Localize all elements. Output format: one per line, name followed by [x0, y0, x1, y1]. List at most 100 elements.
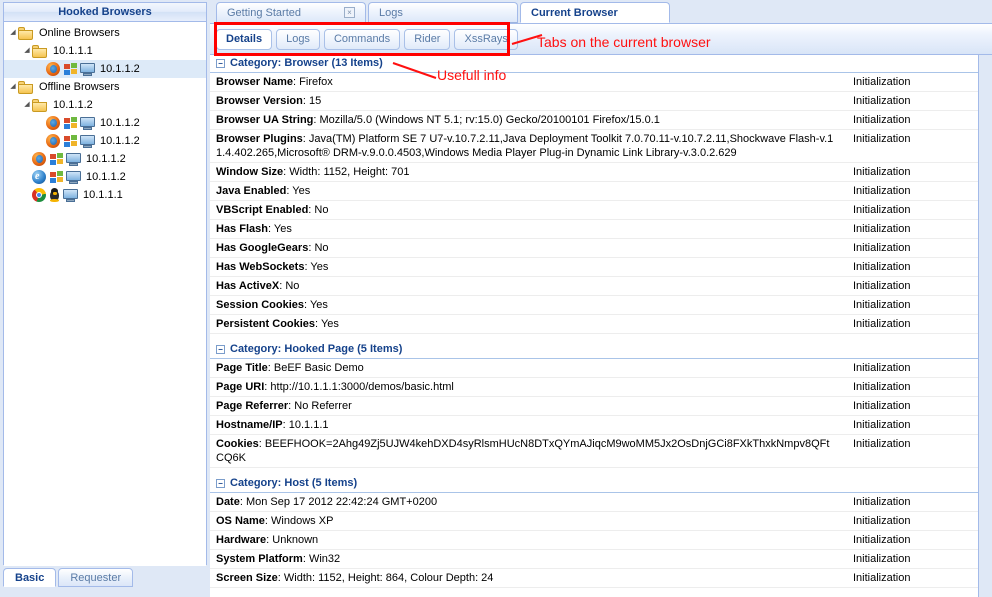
detail-cell-status: Initialization	[839, 163, 978, 181]
detail-cell-name: Java Enabled: Yes	[210, 182, 839, 200]
detail-cell-name: Hardware: Unknown	[210, 531, 839, 549]
main-tab-logs[interactable]: Logs	[368, 2, 518, 23]
detail-cell-name: Date: Mon Sep 17 2012 22:42:24 GMT+0200	[210, 493, 839, 511]
tree-node-label: 10.1.1.2	[86, 171, 126, 183]
tree-node-10-1-1-2-2[interactable]: 10.1.1.2	[4, 60, 206, 78]
detail-key: Page Referrer	[216, 400, 288, 412]
detail-row[interactable]: System Platform: Win32Initialization	[210, 550, 978, 569]
monitor-icon	[63, 189, 78, 202]
collapse-icon[interactable]: −	[216, 345, 225, 354]
detail-cell-status: Initialization	[839, 296, 978, 314]
detail-row[interactable]: Hardware: UnknownInitialization	[210, 531, 978, 550]
detail-value: 10.1.1.1	[289, 419, 329, 431]
detail-row[interactable]: Persistent Cookies: YesInitialization	[210, 315, 978, 334]
detail-row[interactable]: Has GoogleGears: NoInitialization	[210, 239, 978, 258]
tree-node-10-1-1-1-1[interactable]: ◢10.1.1.1	[4, 42, 206, 60]
detail-row[interactable]: Has WebSockets: YesInitialization	[210, 258, 978, 277]
detail-value: Yes	[310, 261, 328, 273]
detail-row[interactable]: Has ActiveX: NoInitialization	[210, 277, 978, 296]
expander-collapse-icon[interactable]: ◢	[8, 78, 18, 96]
browser-tab-logs[interactable]: Logs	[276, 29, 320, 50]
detail-value: Windows XP	[271, 515, 333, 527]
browser-tab-details[interactable]: Details	[216, 29, 272, 50]
expander-collapse-icon[interactable]: ◢	[22, 96, 32, 114]
detail-row[interactable]: Page Title: BeEF Basic DemoInitializatio…	[210, 359, 978, 378]
detail-cell-name: Cookies: BEEFHOOK=2Ahg49Zj5UJW4kehDXD4sy…	[210, 435, 839, 467]
detail-cell-status: Initialization	[839, 493, 978, 511]
sidebar-tab-basic[interactable]: Basic	[3, 568, 56, 587]
detail-row[interactable]: Page URI: http://10.1.1.1:3000/demos/bas…	[210, 378, 978, 397]
sidebar-tab-requester[interactable]: Requester	[58, 568, 133, 587]
group-header-0[interactable]: −Category: Browser (13 Items)	[210, 55, 978, 73]
detail-value: No Referrer	[294, 400, 351, 412]
detail-row[interactable]: Browser UA String: Mozilla/5.0 (Windows …	[210, 111, 978, 130]
detail-row[interactable]: Page Referrer: No ReferrerInitialization	[210, 397, 978, 416]
collapse-icon[interactable]: −	[216, 479, 225, 488]
main-tab-getting-started[interactable]: Getting Started ×	[216, 2, 366, 23]
monitor-icon	[66, 153, 81, 166]
expander-collapse-icon[interactable]: ◢	[8, 24, 18, 42]
windows-icon	[63, 135, 77, 148]
detail-row[interactable]: Date: Mon Sep 17 2012 22:42:24 GMT+0200I…	[210, 493, 978, 512]
browser-details-grid[interactable]: −Category: Browser (13 Items)Browser Nam…	[210, 55, 979, 597]
group-header-2[interactable]: −Category: Host (5 Items)	[210, 475, 978, 493]
detail-value: Yes	[274, 223, 292, 235]
sidebar-bottom-tabbar: BasicRequester	[3, 568, 207, 594]
hooked-browsers-tree[interactable]: ◢Online Browsers◢10.1.1.110.1.1.2◢Offlin…	[4, 22, 206, 566]
windows-icon	[49, 153, 63, 166]
detail-row[interactable]: Browser Name: FirefoxInitialization	[210, 73, 978, 92]
tree-node-10-1-1-2-8[interactable]: e10.1.1.2	[4, 168, 206, 186]
browser-tab-commands[interactable]: Commands	[324, 29, 400, 50]
detail-cell-status: Initialization	[839, 359, 978, 377]
tree-node-10-1-1-1-9[interactable]: 10.1.1.1	[4, 186, 206, 204]
detail-row[interactable]: Browser Plugins: Java(TM) Platform SE 7 …	[210, 130, 978, 163]
detail-row[interactable]: VBScript Enabled: NoInitialization	[210, 201, 978, 220]
detail-value: Firefox	[299, 76, 333, 88]
tree-node-Online Browsers-0[interactable]: ◢Online Browsers	[4, 24, 206, 42]
monitor-icon	[80, 117, 95, 130]
detail-cell-status: Initialization	[839, 220, 978, 238]
detail-value: http://10.1.1.1:3000/demos/basic.html	[270, 381, 453, 393]
current-browser-subtabbar: DetailsLogsCommandsRiderXssRays	[210, 23, 992, 55]
detail-value: Yes	[310, 299, 328, 311]
main-tab-label: Getting Started	[227, 3, 336, 23]
detail-row[interactable]: Java Enabled: YesInitialization	[210, 182, 978, 201]
detail-cell-status: Initialization	[839, 92, 978, 110]
tree-node-10-1-1-2-4[interactable]: ◢10.1.1.2	[4, 96, 206, 114]
detail-row[interactable]: OS Name: Windows XPInitialization	[210, 512, 978, 531]
detail-row[interactable]: Browser Version: 15Initialization	[210, 92, 978, 111]
detail-row[interactable]: Hostname/IP: 10.1.1.1Initialization	[210, 416, 978, 435]
main-tab-label: Current Browser	[531, 3, 659, 23]
detail-value: No	[314, 242, 328, 254]
detail-row[interactable]: Has Flash: YesInitialization	[210, 220, 978, 239]
tree-node-10-1-1-2-5[interactable]: 10.1.1.2	[4, 114, 206, 132]
detail-key: Has GoogleGears	[216, 242, 308, 254]
browser-tab-rider[interactable]: Rider	[404, 29, 450, 50]
detail-value: Unknown	[272, 534, 318, 546]
beef-application-window: Hooked Browsers ◢Online Browsers◢10.1.1.…	[0, 0, 992, 597]
collapse-icon[interactable]: −	[216, 59, 225, 68]
close-icon[interactable]: ×	[344, 7, 355, 18]
tree-node-10-1-1-2-7[interactable]: 10.1.1.2	[4, 150, 206, 168]
detail-cell-name: Page URI: http://10.1.1.1:3000/demos/bas…	[210, 378, 839, 396]
detail-cell-name: Has GoogleGears: No	[210, 239, 839, 257]
detail-key: System Platform	[216, 553, 303, 565]
browser-tab-xssrays[interactable]: XssRays	[454, 29, 517, 50]
detail-value: Yes	[292, 185, 310, 197]
main-tab-current-browser[interactable]: Current Browser	[520, 2, 670, 23]
expander-collapse-icon[interactable]: ◢	[22, 42, 32, 60]
detail-cell-status: Initialization	[839, 378, 978, 396]
tree-node-label: 10.1.1.2	[86, 153, 126, 165]
tree-node-10-1-1-2-6[interactable]: 10.1.1.2	[4, 132, 206, 150]
detail-row[interactable]: Window Size: Width: 1152, Height: 701Ini…	[210, 163, 978, 182]
hooked-browsers-panel: Hooked Browsers ◢Online Browsers◢10.1.1.…	[3, 2, 207, 565]
group-header-1[interactable]: −Category: Hooked Page (5 Items)	[210, 341, 978, 359]
folder-icon	[18, 27, 34, 40]
tree-node-Offline Browsers-3[interactable]: ◢Offline Browsers	[4, 78, 206, 96]
detail-value: No	[314, 204, 328, 216]
detail-key: Screen Size	[216, 572, 278, 584]
detail-row[interactable]: Session Cookies: YesInitialization	[210, 296, 978, 315]
detail-key: Hardware	[216, 534, 266, 546]
detail-row[interactable]: Cookies: BEEFHOOK=2Ahg49Zj5UJW4kehDXD4sy…	[210, 435, 978, 468]
detail-row[interactable]: Screen Size: Width: 1152, Height: 864, C…	[210, 569, 978, 588]
